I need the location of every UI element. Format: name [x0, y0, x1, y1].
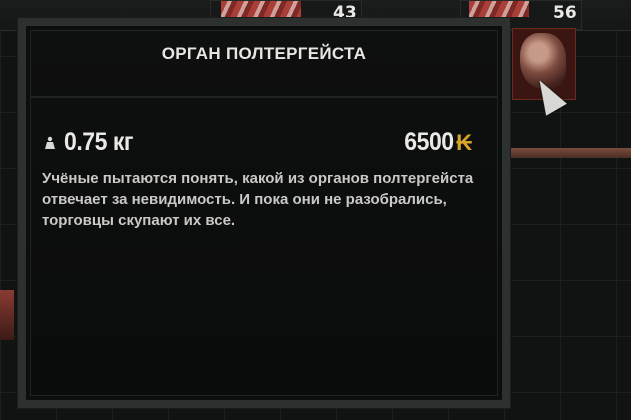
item-title: ОРГАН ПОЛТЕРГЕЙСТА: [161, 44, 367, 63]
currency-icon: ₭: [456, 129, 472, 155]
slot-item-image: [469, 1, 529, 17]
item-description: Учёные пытаются понять, какой из органов…: [42, 170, 474, 229]
inventory-item-edge[interactable]: [0, 290, 14, 340]
slot-count: 56: [553, 3, 577, 23]
slot-item-image: [221, 1, 301, 17]
inventory-item-weapon[interactable]: [510, 148, 631, 158]
price-row: 6500 ₭: [400, 128, 472, 157]
title-separator: [30, 96, 498, 98]
weight-icon: [45, 136, 55, 149]
item-weight: 0.75 кг: [64, 128, 134, 156]
item-price: 6500: [404, 128, 455, 156]
weight-row: 0.75 кг: [42, 128, 139, 157]
